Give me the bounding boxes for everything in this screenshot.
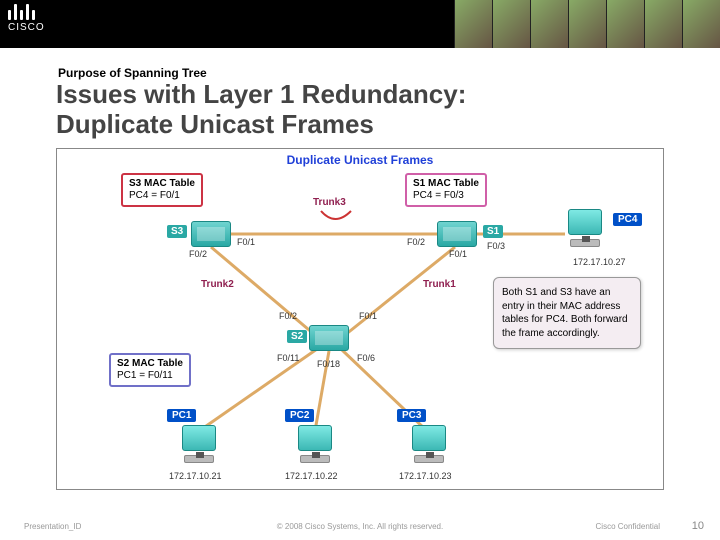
slide-title: Issues with Layer 1 Redundancy: Duplicat… xyxy=(0,80,720,148)
switch-s3-icon xyxy=(191,221,231,247)
port-s2-pc3: F0/6 xyxy=(357,353,375,363)
mac-table-s2-heading: S2 MAC Table xyxy=(117,358,183,370)
mac-table-s1-heading: S1 MAC Table xyxy=(413,178,479,190)
page-number: 10 xyxy=(692,520,704,532)
switch-s1-label: S1 xyxy=(483,225,503,238)
footer: Presentation_ID © 2008 Cisco Systems, In… xyxy=(0,516,720,540)
port-s3-trunk3: F0/1 xyxy=(237,237,255,247)
pc3-icon xyxy=(407,425,451,463)
port-s2-trunk1: F0/1 xyxy=(359,311,377,321)
pc3-ip: 172.17.10.23 xyxy=(399,471,452,481)
pc3-label: PC3 xyxy=(397,409,426,422)
callout-box: Both S1 and S3 have an entry in their MA… xyxy=(493,277,641,349)
pc2-label: PC2 xyxy=(285,409,314,422)
pc4-label: PC4 xyxy=(613,213,642,226)
slide-title-line2: Duplicate Unicast Frames xyxy=(56,109,374,139)
mac-table-s1-entry: PC4 = F0/3 xyxy=(413,190,479,202)
mac-table-s3-entry: PC4 = F0/1 xyxy=(129,190,195,202)
mac-table-s1: S1 MAC Table PC4 = F0/3 xyxy=(405,173,487,207)
cisco-logo: CISCO xyxy=(8,4,45,33)
trunk3-label: Trunk3 xyxy=(313,197,346,208)
header-photo-strip xyxy=(454,0,720,48)
port-s2-trunk2: F0/2 xyxy=(279,311,297,321)
mac-table-s3-heading: S3 MAC Table xyxy=(129,178,195,190)
port-s2-pc1: F0/11 xyxy=(277,353,299,363)
trunk2-label: Trunk2 xyxy=(201,279,234,290)
pc2-icon xyxy=(293,425,337,463)
port-s1-trunk3: F0/2 xyxy=(407,237,425,247)
network-diagram: Duplicate Unicast Frames S3 MAC Table PC… xyxy=(56,148,664,490)
switch-s1-icon xyxy=(437,221,477,247)
mac-table-s2-entry: PC1 = F0/11 xyxy=(117,370,183,382)
switch-s3-label: S3 xyxy=(167,225,187,238)
slide-title-line1: Issues with Layer 1 Redundancy: xyxy=(56,79,466,109)
mac-table-s3: S3 MAC Table PC4 = F0/1 xyxy=(121,173,203,207)
port-s1-trunk1: F0/1 xyxy=(449,249,467,259)
trunk1-label: Trunk1 xyxy=(423,279,456,290)
port-s2-pc2: F0/18 xyxy=(317,359,340,369)
pc1-label: PC1 xyxy=(167,409,196,422)
port-s3-trunk2: F0/2 xyxy=(189,249,207,259)
pc4-ip: 172.17.10.27 xyxy=(573,257,626,267)
switch-s2-icon xyxy=(309,325,349,351)
footer-right: Cisco Confidential xyxy=(596,522,660,531)
pc1-ip: 172.17.10.21 xyxy=(169,471,222,481)
switch-s2-label: S2 xyxy=(287,330,307,343)
mac-table-s2: S2 MAC Table PC1 = F0/11 xyxy=(109,353,191,387)
header-bar: CISCO xyxy=(0,0,720,48)
port-s1-pc4: F0/3 xyxy=(487,241,505,251)
pc1-icon xyxy=(177,425,221,463)
pc4-icon xyxy=(563,209,607,247)
pc2-ip: 172.17.10.22 xyxy=(285,471,338,481)
slide-subtitle: Purpose of Spanning Tree xyxy=(0,48,720,80)
